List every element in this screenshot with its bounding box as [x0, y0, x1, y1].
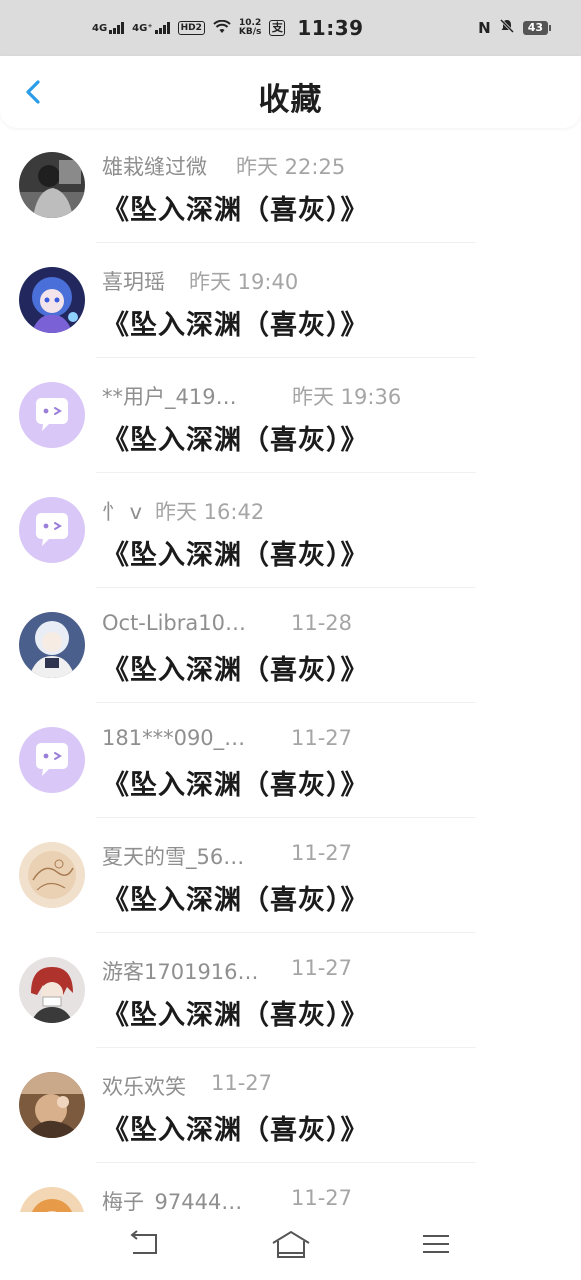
work-title[interactable]: 《坠入深渊（喜灰）》 [102, 418, 369, 457]
work-title[interactable]: 《坠入深渊（喜灰）》 [102, 303, 369, 342]
username[interactable]: 181***090_… [102, 726, 245, 750]
nfc-icon: N [478, 19, 491, 37]
favorite-item[interactable]: Oct-Libra10… 11-28 《坠入深渊（喜灰）》 [0, 588, 581, 703]
avatar[interactable] [19, 1072, 85, 1138]
username[interactable]: 雄栽缝过微 [102, 151, 207, 181]
item-meta: 181***090_… 11-27 [102, 726, 352, 756]
work-title[interactable]: 《坠入深渊（喜灰）》 [102, 1108, 369, 1147]
username[interactable]: 夏天的雪_56… [102, 841, 244, 871]
avatar[interactable] [19, 842, 85, 908]
username[interactable]: 游客1701916… [102, 956, 259, 986]
status-bar: 4G 4G⁺ HD2 10.2 KB/s 支 11:39 N 43 [0, 0, 581, 56]
avatar[interactable] [19, 382, 85, 448]
work-title[interactable]: 《坠入深渊（喜灰）》 [102, 878, 369, 917]
favorite-item[interactable]: 忄 v 昨天 16:42 《坠入深渊（喜灰）》 [0, 473, 581, 588]
item-meta: 欢乐欢笑 11-27 [102, 1071, 272, 1101]
username[interactable]: Oct-Libra10… [102, 611, 246, 635]
item-meta: 忄 v 昨天 16:42 [102, 496, 264, 526]
signal-bars-icon [109, 22, 125, 34]
avatar[interactable] [19, 267, 85, 333]
username[interactable]: 欢乐欢笑 [102, 1071, 186, 1101]
item-meta: 喜玥瑶 昨天 19:40 [102, 266, 298, 296]
work-title[interactable]: 《坠入深渊（喜灰）》 [102, 763, 369, 802]
work-title[interactable]: 《坠入深渊（喜灰）》 [102, 648, 369, 687]
item-meta: 游客1701916… 11-27 [102, 956, 352, 986]
favorite-item[interactable]: 雄栽缝过微 昨天 22:25 《坠入深渊（喜灰）》 [0, 128, 581, 243]
timestamp: 11-27 [211, 1071, 273, 1095]
timestamp: 昨天 19:36 [292, 385, 402, 409]
timestamp: 11-27 [291, 1186, 353, 1210]
username[interactable]: 忄 v [102, 496, 142, 526]
avatar[interactable] [19, 957, 85, 1023]
alipay-icon: 支 [269, 20, 286, 36]
signal-4g-1: 4G [92, 22, 125, 34]
wifi-icon [213, 19, 231, 37]
item-meta: Oct-Libra10… 11-28 [102, 611, 352, 641]
username[interactable]: **用户_419… [102, 381, 237, 411]
item-meta: 雄栽缝过微 昨天 22:25 [102, 151, 345, 181]
back-icon [130, 1230, 157, 1254]
work-title[interactable]: 《坠入深渊（喜灰）》 [102, 993, 369, 1032]
favorites-list: 雄栽缝过微 昨天 22:25 《坠入深渊（喜灰）》 喜玥瑶 昨天 19:40 《坠入深渊（… [0, 128, 581, 1278]
timestamp: 昨天 19:40 [189, 270, 299, 294]
signal-bars-icon [154, 22, 170, 34]
favorite-item[interactable]: **用户_419… 昨天 19:36 《坠入深渊（喜灰）》 [0, 358, 581, 473]
favorite-item[interactable]: 181***090_… 11-27 《坠入深渊（喜灰）》 [0, 703, 581, 818]
timestamp: 11-28 [291, 611, 353, 635]
battery-icon: 43 [522, 21, 551, 35]
timestamp: 昨天 16:42 [155, 500, 265, 524]
work-title[interactable]: 《坠入深渊（喜灰）》 [102, 533, 369, 572]
favorite-item[interactable]: 喜玥瑶 昨天 19:40 《坠入深渊（喜灰）》 [0, 243, 581, 358]
favorite-item[interactable]: 欢乐欢笑 11-27 《坠入深渊（喜灰）》 [0, 1048, 581, 1163]
item-meta: **用户_419… 昨天 19:36 [102, 381, 401, 411]
system-nav-bar [0, 1212, 581, 1280]
clock: 11:39 [297, 16, 364, 40]
page-title: 收藏 [258, 82, 323, 118]
timestamp: 11-27 [291, 956, 353, 980]
network-speed: 10.2 KB/s [238, 18, 262, 37]
signal-4g-2: 4G⁺ [132, 22, 170, 34]
timestamp: 11-27 [291, 726, 353, 750]
nav-menu-button[interactable] [420, 1230, 460, 1262]
avatar[interactable] [19, 612, 85, 678]
timestamp: 11-27 [291, 841, 353, 865]
favorite-item[interactable]: 夏天的雪_56… 11-27 《坠入深渊（喜灰）》 [0, 818, 581, 933]
hd-voice-icon: HD2 [177, 21, 205, 35]
username[interactable]: 喜玥瑶 [102, 266, 165, 296]
menu-icon [423, 1235, 449, 1253]
mute-icon [499, 18, 515, 38]
avatar[interactable] [19, 727, 85, 793]
favorite-item[interactable]: 游客1701916… 11-27 《坠入深渊（喜灰）》 [0, 933, 581, 1048]
item-meta: 夏天的雪_56… 11-27 [102, 841, 352, 871]
nav-home-button[interactable] [270, 1230, 310, 1262]
page-header: 收藏 [0, 56, 581, 128]
avatar[interactable] [19, 152, 85, 218]
nav-back-button[interactable] [126, 1230, 166, 1262]
timestamp: 昨天 22:25 [236, 155, 346, 179]
avatar[interactable] [19, 497, 85, 563]
home-icon [272, 1230, 310, 1258]
work-title[interactable]: 《坠入深渊（喜灰）》 [102, 188, 369, 227]
